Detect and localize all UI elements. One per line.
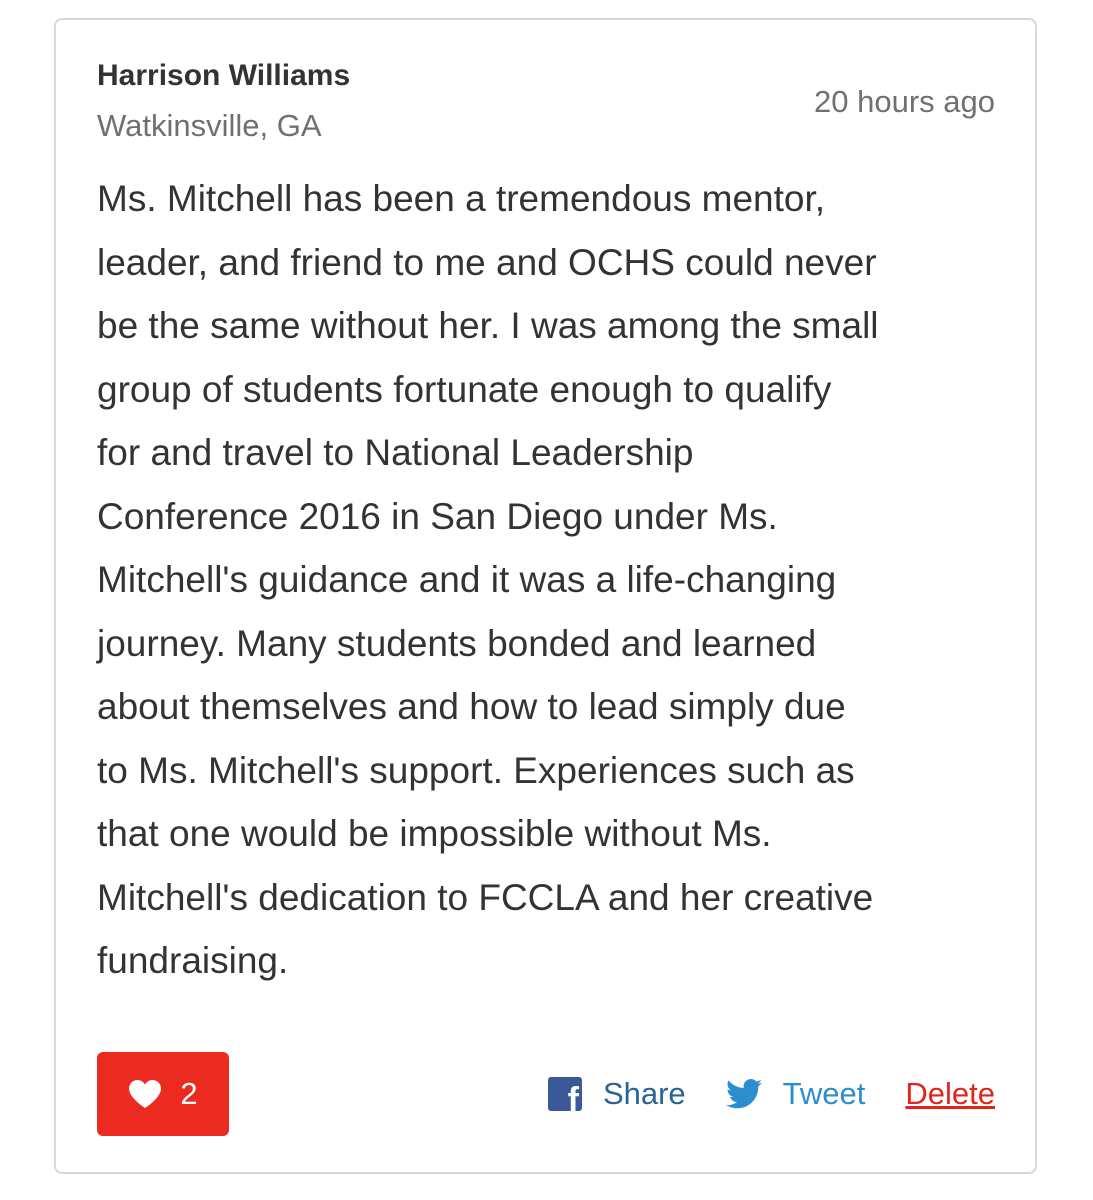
- comment-body-line: Ms. Mitchell has been a tremendous mento…: [97, 178, 826, 219]
- comment-card: Harrison Williams Watkinsville, GA 20 ho…: [54, 18, 1037, 1174]
- comment-body-line: Conference 2016 in San Diego under Ms.: [97, 495, 778, 537]
- delete-link[interactable]: Delete: [905, 1076, 995, 1112]
- comment-body-line: group of students fortunate enough to qu…: [97, 368, 832, 410]
- comment-body-line: journey. Many students bonded and learne…: [97, 622, 817, 664]
- comment-body-line: leader, and friend to me and OCHS could …: [97, 241, 877, 283]
- author-location: Watkinsville, GA: [97, 108, 322, 143]
- tweet-button[interactable]: Tweet: [725, 1076, 866, 1112]
- heart-icon: [129, 1080, 162, 1108]
- comment-body-line: Mitchell's dedication to FCCLA and her c…: [97, 876, 874, 918]
- twitter-bird-icon: [725, 1079, 762, 1109]
- facebook-icon: f: [547, 1077, 582, 1111]
- tweet-label: Tweet: [782, 1076, 866, 1111]
- comment-body-line: fundraising.: [97, 940, 289, 981]
- comment-body-line: be the same without her. I was among the…: [97, 305, 879, 346]
- share-button[interactable]: f Share: [547, 1076, 686, 1112]
- comment-body-line: about themselves and how to lead simply …: [97, 686, 846, 727]
- comment-timestamp: 20 hours ago: [814, 84, 995, 119]
- comment-actions: f Share Tweet Delete: [547, 1072, 995, 1116]
- comment-body: Ms. Mitchell has been a tremendous mento…: [97, 167, 997, 993]
- share-label: Share: [602, 1076, 686, 1111]
- comment-body-line: Mitchell's guidance and it was a life-ch…: [97, 559, 837, 600]
- comment-body-line: for and travel to National Leadership: [97, 432, 694, 473]
- author-name: Harrison Williams: [97, 59, 351, 92]
- like-button[interactable]: 2: [97, 1052, 229, 1136]
- comment-body-line: to Ms. Mitchell's support. Experiences s…: [97, 749, 855, 791]
- comment-body-line: that one would be impossible without Ms.: [97, 813, 772, 854]
- like-count: 2: [180, 1076, 198, 1111]
